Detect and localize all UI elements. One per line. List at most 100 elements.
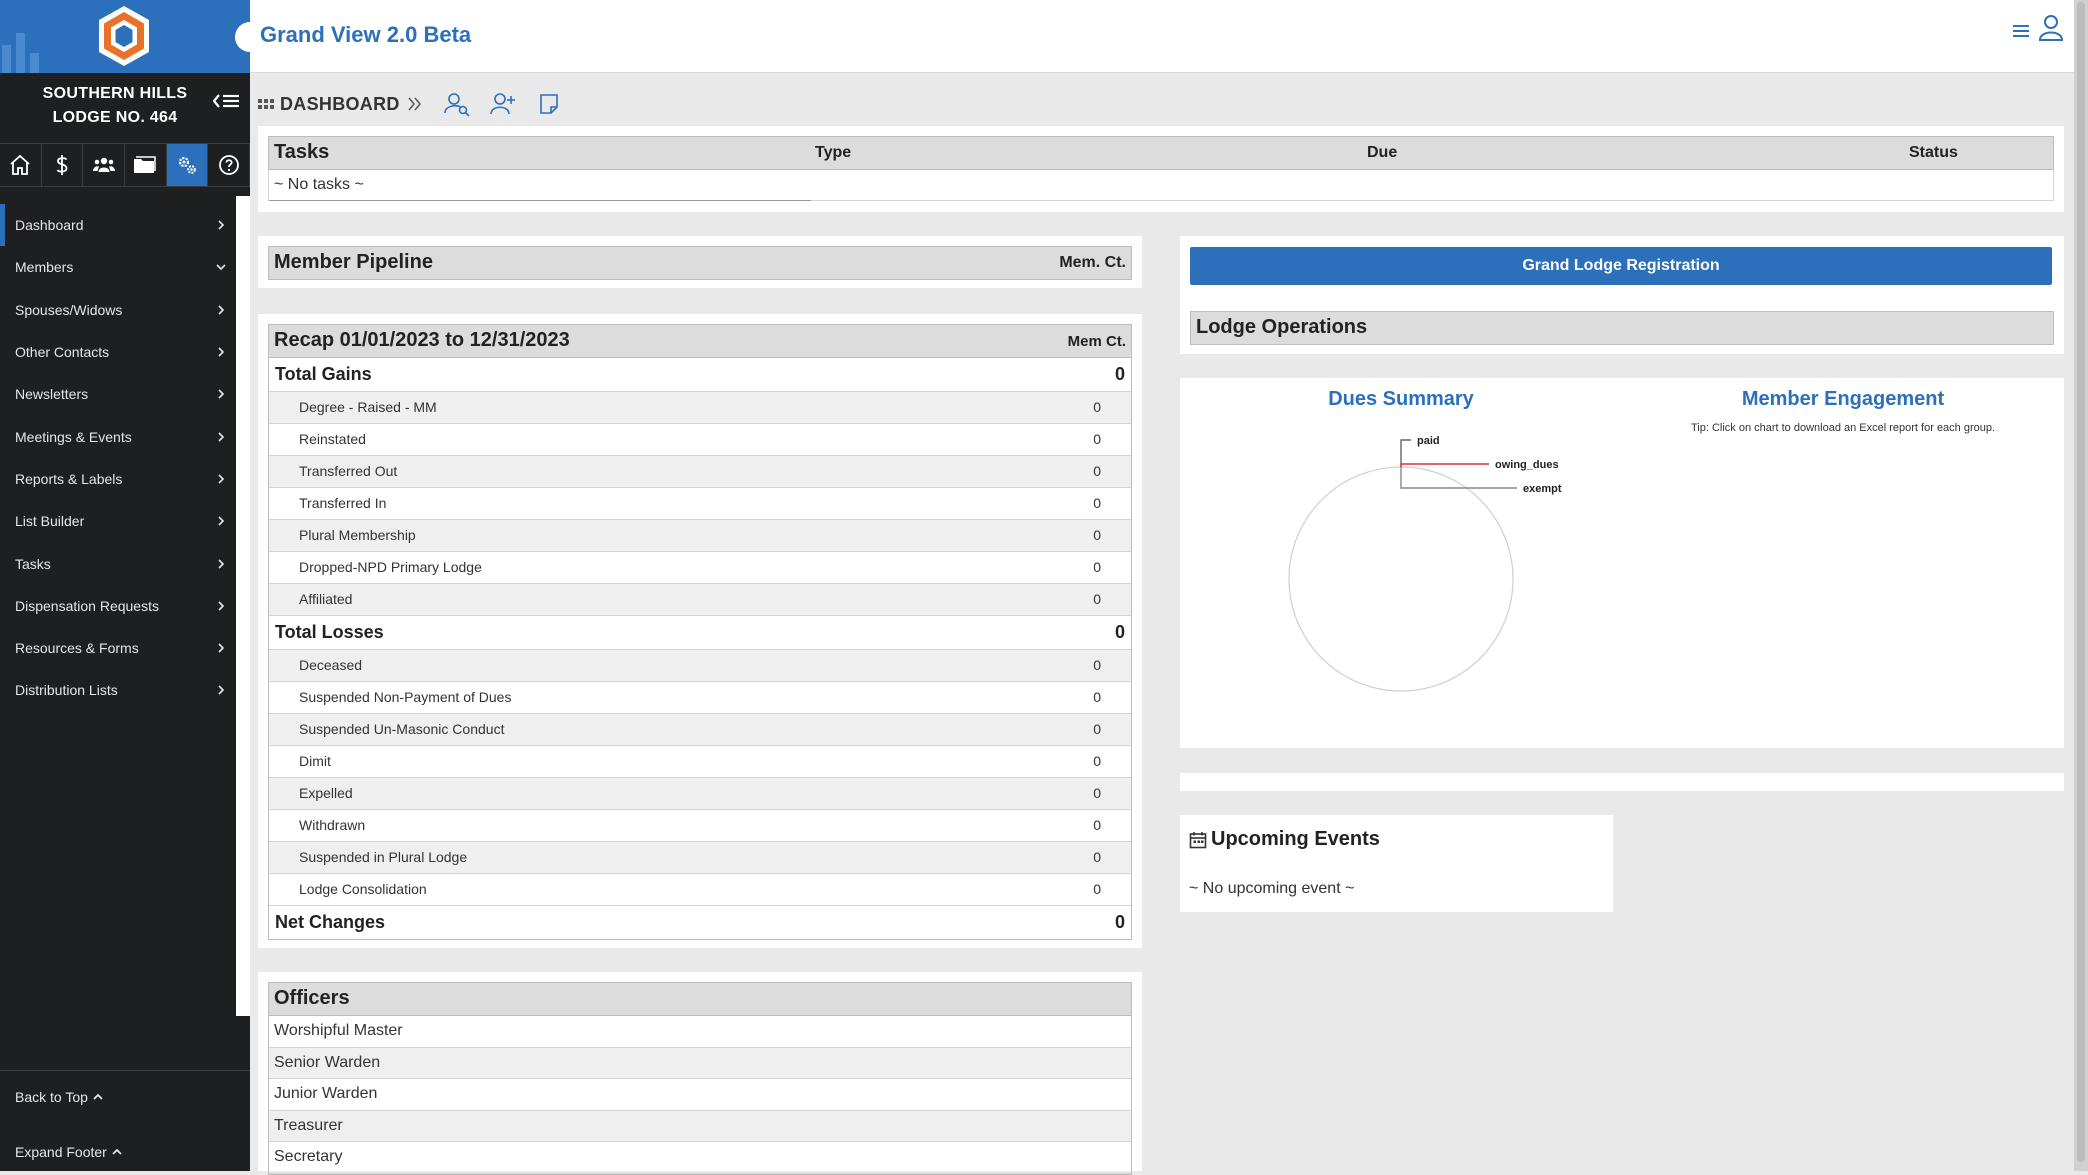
gain-label: Degree - Raised - MM [299, 399, 437, 415]
gain-row: Degree - Raised - MM 0 [269, 392, 1131, 424]
sidebar-item-label: Dispensation Requests [15, 597, 159, 614]
sidebar-item-label: Reports & Labels [15, 470, 123, 487]
finance-button[interactable] [42, 144, 84, 186]
loss-value: 0 [1093, 721, 1101, 737]
loss-value: 0 [1093, 881, 1101, 897]
lodge-operations-title: Lodge Operations [1196, 316, 1368, 338]
sidebar-item-meetings-events[interactable]: Meetings & Events [0, 415, 236, 457]
sidebar-item-tasks[interactable]: Tasks [0, 542, 236, 584]
help-button[interactable] [208, 144, 251, 186]
loss-row: Deceased 0 [269, 650, 1131, 682]
gain-label: Affiliated [299, 591, 353, 607]
officer-title: Worshipful Master [274, 1022, 403, 1039]
tasks-col-status[interactable]: Status [1909, 144, 1958, 162]
breadcrumb-current: DASHBOARD [280, 93, 400, 114]
dues-summary-pie-chart[interactable]: paid owing_duesexempt [1180, 430, 1622, 740]
loss-row: Expelled 0 [269, 778, 1131, 810]
loss-value: 0 [1093, 785, 1101, 801]
sidebar-scrollbar[interactable] [236, 196, 250, 1016]
search-member-icon[interactable] [443, 91, 470, 117]
tasks-panel: Tasks Type Due Status ~ No tasks ~ [258, 126, 2064, 212]
sidebar-item-list-builder[interactable]: List Builder [0, 500, 236, 542]
loss-label: Dimit [299, 753, 331, 769]
lodge-logo-icon[interactable] [96, 4, 152, 68]
gain-value: 0 [1093, 399, 1101, 415]
gain-label: Reinstated [299, 431, 366, 447]
sidebar-item-spouses-widows[interactable]: Spouses/Widows [0, 289, 236, 331]
loss-label: Suspended Un-Masonic Conduct [299, 721, 505, 737]
loss-label: Expelled [299, 785, 353, 801]
documents-button[interactable] [125, 144, 167, 186]
page-scrollbar-thumb[interactable] [2077, 2, 2085, 1162]
sidebar-item-label: Resources & Forms [15, 640, 139, 657]
add-member-icon[interactable] [489, 91, 516, 117]
page-scrollbar[interactable] [2074, 0, 2088, 1171]
top-header: Grand View 2.0 Beta [235, 0, 2074, 73]
sidebar-item-label: Meetings & Events [15, 428, 132, 445]
tasks-col-type[interactable]: Type [815, 144, 851, 162]
app-title: Grand View 2.0 Beta [260, 22, 472, 47]
sidebar-item-reports-labels[interactable]: Reports & Labels [0, 458, 236, 500]
loss-row: Lodge Consolidation 0 [269, 874, 1131, 906]
dollar-icon [56, 155, 68, 175]
expand-footer-link[interactable]: Expand Footer [15, 1144, 123, 1160]
tasks-col-due[interactable]: Due [1367, 144, 1397, 162]
loss-value: 0 [1093, 849, 1101, 865]
sidebar-item-label: Distribution Lists [15, 682, 118, 699]
sidebar-item-dispensation-requests[interactable]: Dispensation Requests [0, 585, 236, 627]
member-pipeline-panel: Member Pipeline Mem. Ct. [258, 236, 1142, 288]
loss-row: Withdrawn 0 [269, 810, 1131, 842]
upcoming-events-panel: Upcoming Events ~ No upcoming event ~ [1180, 815, 1613, 912]
sidebar-item-dashboard[interactable]: Dashboard [0, 204, 236, 247]
folder-icon [134, 156, 157, 173]
gain-row: Affiliated 0 [269, 584, 1131, 616]
gain-row: Reinstated 0 [269, 424, 1131, 456]
sidebar-item-other-contacts[interactable]: Other Contacts [0, 331, 236, 373]
upcoming-events-title: Upcoming Events [1211, 828, 1380, 850]
dashboard-grid-icon [258, 99, 274, 109]
tasks-empty-text: ~ No tasks ~ [274, 176, 364, 193]
total-gains-label: Total Gains [275, 364, 372, 384]
sidebar-item-members[interactable]: Members [0, 246, 236, 288]
gain-row: Transferred In 0 [269, 488, 1131, 520]
pie-label-paid: paid [1417, 435, 1440, 447]
loss-value: 0 [1093, 657, 1101, 673]
chevron-right-icon [218, 601, 225, 611]
note-icon[interactable] [536, 91, 562, 117]
back-to-top-link[interactable]: Back to Top [15, 1089, 104, 1105]
total-gains-value: 0 [1114, 364, 1125, 384]
pie-outline [1288, 466, 1514, 692]
sidebar-item-label: Other Contacts [15, 344, 110, 361]
settings-button[interactable] [166, 144, 209, 186]
loss-label: Withdrawn [299, 817, 366, 833]
grand-lodge-panel: Grand Lodge Registration Lodge Operation… [1180, 236, 2064, 354]
net-changes-value: 0 [1114, 912, 1125, 932]
gain-row: Transferred Out 0 [269, 456, 1131, 488]
home-button[interactable] [0, 144, 42, 186]
chevron-right-icon [218, 389, 225, 399]
officer-row: Treasurer [269, 1110, 1131, 1142]
sidebar-item-distribution-lists[interactable]: Distribution Lists [0, 669, 236, 711]
gain-value: 0 [1093, 495, 1101, 511]
gain-value: 0 [1093, 431, 1101, 447]
loss-value: 0 [1093, 817, 1101, 833]
help-icon [218, 155, 239, 175]
pie-label-exempt: exempt [1523, 483, 1562, 495]
home-icon [10, 154, 30, 175]
hamburger-menu-icon[interactable] [2010, 20, 2032, 42]
net-changes-row: Net Changes 0 [269, 906, 1131, 939]
recap-panel: Recap 01/01/2023 to 12/31/2023 Mem Ct. T… [258, 314, 1142, 948]
user-account-icon[interactable] [2038, 14, 2064, 42]
loss-label: Deceased [299, 657, 363, 673]
sidebar-collapse-button[interactable] [212, 92, 241, 110]
gain-label: Transferred Out [299, 463, 398, 479]
sidebar-item-label: Spouses/Widows [15, 301, 123, 318]
double-chevron-right-icon [408, 97, 421, 111]
dues-summary-title: Dues Summary [1328, 388, 1474, 410]
members-button[interactable] [83, 144, 126, 186]
chevron-right-icon [218, 643, 225, 653]
sidebar-item-newsletters[interactable]: Newsletters [0, 373, 236, 415]
back-to-top-label: Back to Top [15, 1089, 88, 1105]
sidebar-item-resources-forms[interactable]: Resources & Forms [0, 627, 236, 669]
grand-lodge-registration-button[interactable]: Grand Lodge Registration [1190, 247, 2052, 285]
